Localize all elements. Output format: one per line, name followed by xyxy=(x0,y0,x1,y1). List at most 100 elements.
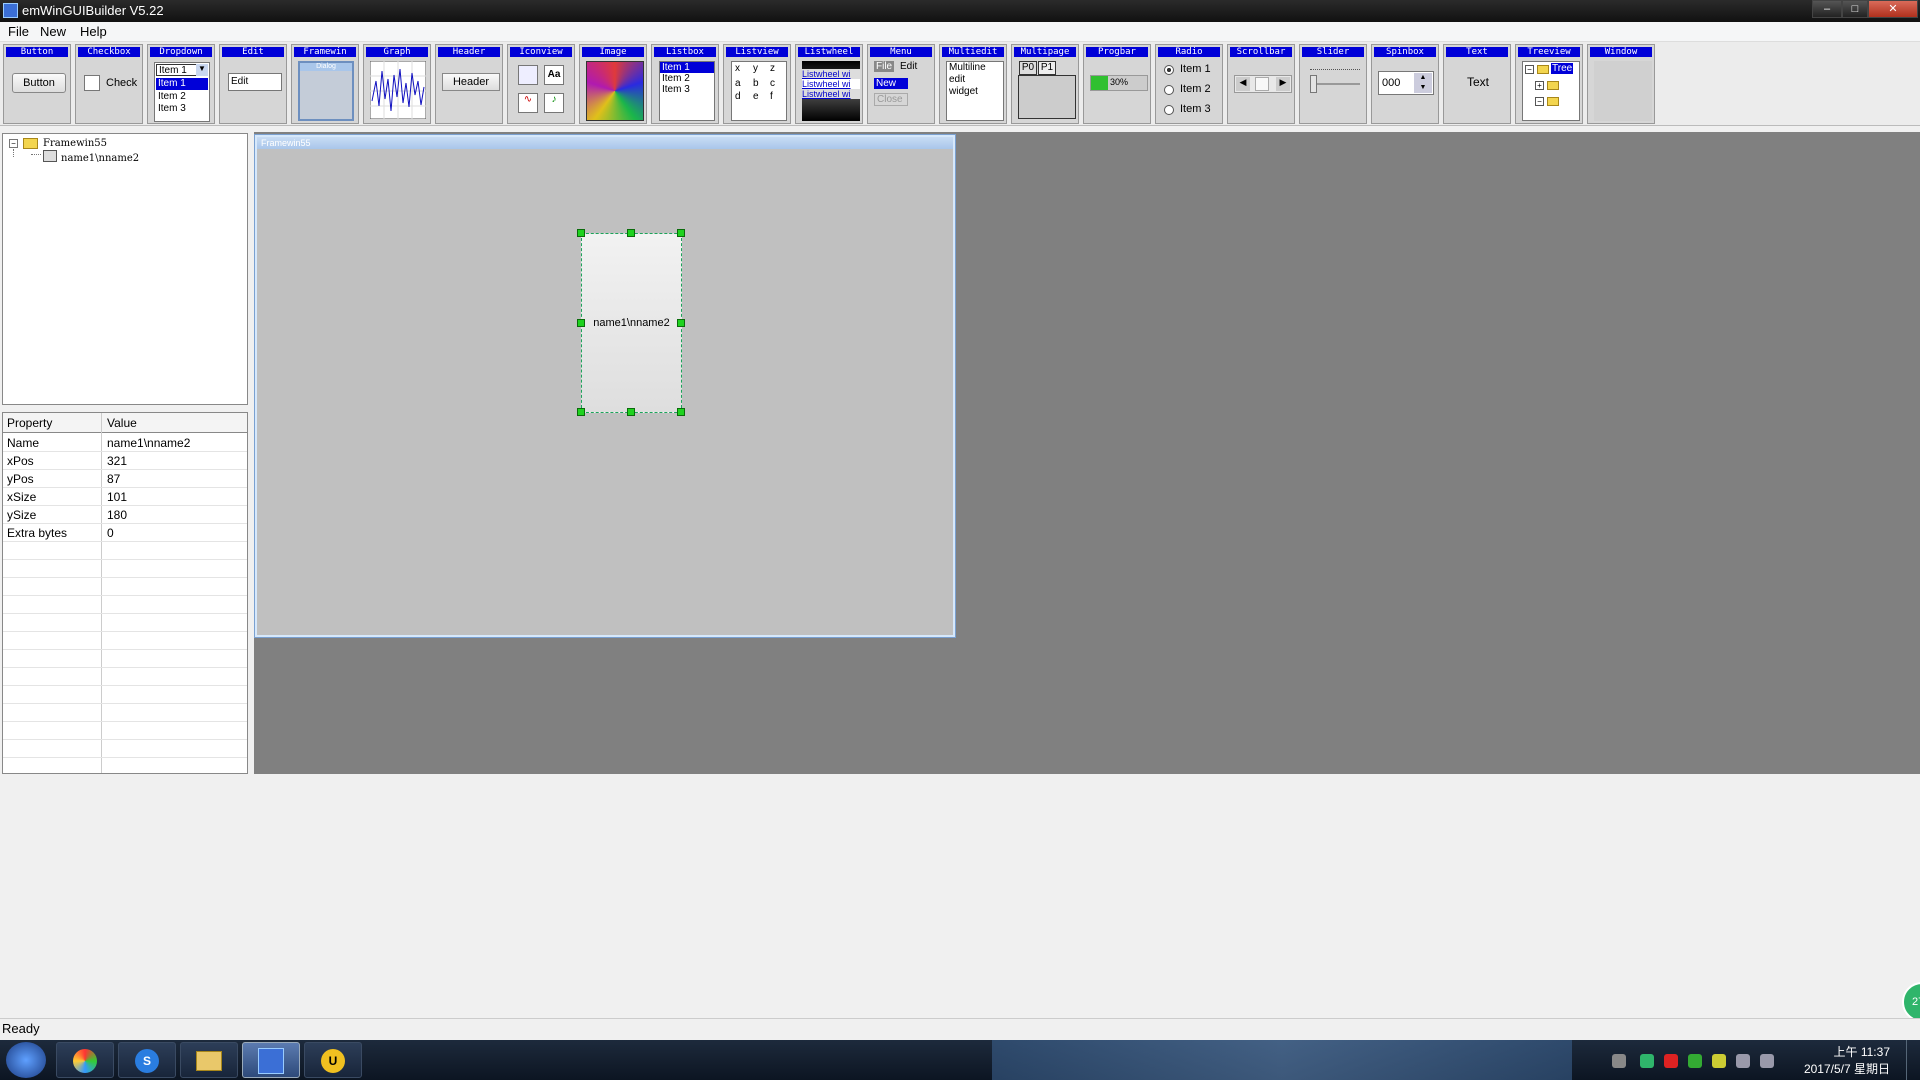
property-value[interactable]: name1\nname2 xyxy=(107,436,190,450)
property-row-name[interactable]: Name name1\nname2 xyxy=(3,434,247,452)
clock-date[interactable]: 2017/5/7 星期日 xyxy=(1780,1060,1890,1077)
empty-row xyxy=(3,632,247,650)
framewin-title[interactable]: Framewin55 xyxy=(257,137,953,149)
start-button[interactable] xyxy=(6,1042,46,1078)
property-row-ysize[interactable]: ySize 180 xyxy=(3,506,247,524)
folder-icon xyxy=(196,1051,222,1071)
arrow-up-icon: ▲ xyxy=(1414,73,1432,83)
tool-dropdown[interactable]: Dropdown Item 1 ▼ Item 1 Item 2 Item 3 xyxy=(147,44,215,124)
tool-image[interactable]: Image xyxy=(579,44,647,124)
property-row-ypos[interactable]: yPos 87 xyxy=(3,470,247,488)
tree-label: Tree xyxy=(1551,63,1574,74)
tool-radio[interactable]: Radio Item 1 Item 2 Item 3 xyxy=(1155,44,1223,124)
taskbar-app-guibuilder[interactable] xyxy=(242,1042,300,1078)
property-row-xpos[interactable]: xPos 321 xyxy=(3,452,247,470)
tool-multipage[interactable]: Multipage P0 P1 xyxy=(1011,44,1079,124)
resize-handle-w[interactable] xyxy=(577,319,585,327)
tool-edit[interactable]: Edit Edit xyxy=(219,44,287,124)
tool-listview[interactable]: Listview x y z a b c d e f xyxy=(723,44,791,124)
listview-cell: a xyxy=(735,78,741,89)
close-button[interactable]: ✕ xyxy=(1868,0,1918,18)
tool-listbox[interactable]: Listbox Item 1 Item 2 Item 3 xyxy=(651,44,719,124)
property-value[interactable]: 321 xyxy=(107,454,127,468)
antivirus-icon[interactable] xyxy=(1664,1054,1678,1068)
demo-spinbox: 000 ▲ ▼ xyxy=(1378,71,1434,95)
taskbar-app-sogou[interactable]: S xyxy=(118,1042,176,1078)
tool-header[interactable]: Header Header xyxy=(435,44,503,124)
selected-widget[interactable]: name1\nname2 xyxy=(577,229,685,416)
keyboard-icon[interactable] xyxy=(1612,1054,1626,1068)
taskbar-app-ultraedit[interactable]: U xyxy=(304,1042,362,1078)
tool-button[interactable]: Button Button xyxy=(3,44,71,124)
demo-listbox: Item 1 Item 2 Item 3 xyxy=(659,61,715,121)
collapse-icon[interactable]: − xyxy=(9,139,18,148)
maximize-button[interactable]: □ xyxy=(1842,0,1868,18)
tool-graph[interactable]: Graph xyxy=(363,44,431,124)
shield-icon[interactable] xyxy=(1688,1054,1702,1068)
arrow-left-icon: ◀ xyxy=(1236,77,1250,91)
tool-header: Text xyxy=(1446,47,1508,57)
tool-treeview[interactable]: Treeview − Tree + − xyxy=(1515,44,1583,124)
property-value[interactable]: 180 xyxy=(107,508,127,522)
taskbar-app-colorful[interactable] xyxy=(56,1042,114,1078)
property-row-extra-bytes[interactable]: Extra bytes 0 xyxy=(3,524,247,542)
demo-edit: Edit xyxy=(228,73,282,91)
image-thumbnail xyxy=(586,61,644,121)
tree-node-widget[interactable]: name1\nname2 xyxy=(61,153,139,164)
property-value[interactable]: 87 xyxy=(107,472,120,486)
property-value[interactable]: 101 xyxy=(107,490,127,504)
tool-scrollbar[interactable]: Scrollbar ◀ ▶ xyxy=(1227,44,1295,124)
taskbar-app-explorer[interactable] xyxy=(180,1042,238,1078)
property-row-xsize[interactable]: xSize 101 xyxy=(3,488,247,506)
folder-icon xyxy=(1537,65,1549,74)
tool-header: Button xyxy=(6,47,68,57)
show-desktop-button[interactable] xyxy=(1906,1040,1920,1080)
demo-progressbar: 30% xyxy=(1090,75,1148,91)
resize-handle-n[interactable] xyxy=(627,229,635,237)
resize-handle-sw[interactable] xyxy=(577,408,585,416)
chevron-down-icon: ▼ xyxy=(196,64,208,76)
minimize-button[interactable]: – xyxy=(1812,0,1842,18)
property-value[interactable]: 0 xyxy=(107,526,114,540)
empty-row xyxy=(3,704,247,722)
menu-new[interactable]: New xyxy=(40,24,66,39)
tool-progbar[interactable]: Progbar 30% xyxy=(1083,44,1151,124)
tool-checkbox[interactable]: Checkbox Check xyxy=(75,44,143,124)
resize-handle-e[interactable] xyxy=(677,319,685,327)
page-tab: P1 xyxy=(1038,61,1056,75)
demo-framewin-title: Dialog xyxy=(300,63,352,71)
tool-text[interactable]: Text Text xyxy=(1443,44,1511,124)
empty-row xyxy=(3,740,247,758)
tool-framewin[interactable]: Framewin Dialog xyxy=(291,44,359,124)
resize-handle-se[interactable] xyxy=(677,408,685,416)
tool-menu[interactable]: Menu File Edit New Close xyxy=(867,44,935,124)
tool-spinbox[interactable]: Spinbox 000 ▲ ▼ xyxy=(1371,44,1439,124)
empty-row xyxy=(3,686,247,704)
tool-listwheel[interactable]: Listwheel Listwheel wi Listwheel wi List… xyxy=(795,44,863,124)
resize-handle-nw[interactable] xyxy=(577,229,585,237)
tool-slider[interactable]: Slider xyxy=(1299,44,1367,124)
security-icon[interactable] xyxy=(1712,1054,1726,1068)
volume-icon[interactable] xyxy=(1760,1054,1774,1068)
tool-iconview[interactable]: Iconview Aa ∿ ♪ xyxy=(507,44,575,124)
app-icon: U xyxy=(321,1049,345,1073)
tool-window[interactable]: Window xyxy=(1587,44,1655,124)
tool-multiedit[interactable]: Multiedit Multiline edit widget xyxy=(939,44,1007,124)
demo-menu-close: Close xyxy=(874,93,908,106)
listbox-item: Item 2 xyxy=(662,73,690,84)
network-icon[interactable] xyxy=(1736,1054,1750,1068)
menu-help[interactable]: Help xyxy=(80,24,107,39)
blurred-notification xyxy=(992,1040,1572,1080)
clock-time[interactable]: 上午 11:37 xyxy=(1790,1043,1890,1060)
resize-handle-ne[interactable] xyxy=(677,229,685,237)
tool-header: Image xyxy=(582,47,644,57)
floating-badge[interactable]: 27 xyxy=(1902,982,1920,1022)
globe-icon xyxy=(518,65,538,85)
tool-header: Spinbox xyxy=(1374,47,1436,57)
menu-file[interactable]: File xyxy=(8,24,29,39)
tree-node-framewin[interactable]: Framewin55 xyxy=(43,138,107,149)
demo-window xyxy=(1594,61,1652,121)
resize-handle-s[interactable] xyxy=(627,408,635,416)
demo-text: Text xyxy=(1466,75,1489,89)
battery-icon[interactable] xyxy=(1640,1054,1654,1068)
